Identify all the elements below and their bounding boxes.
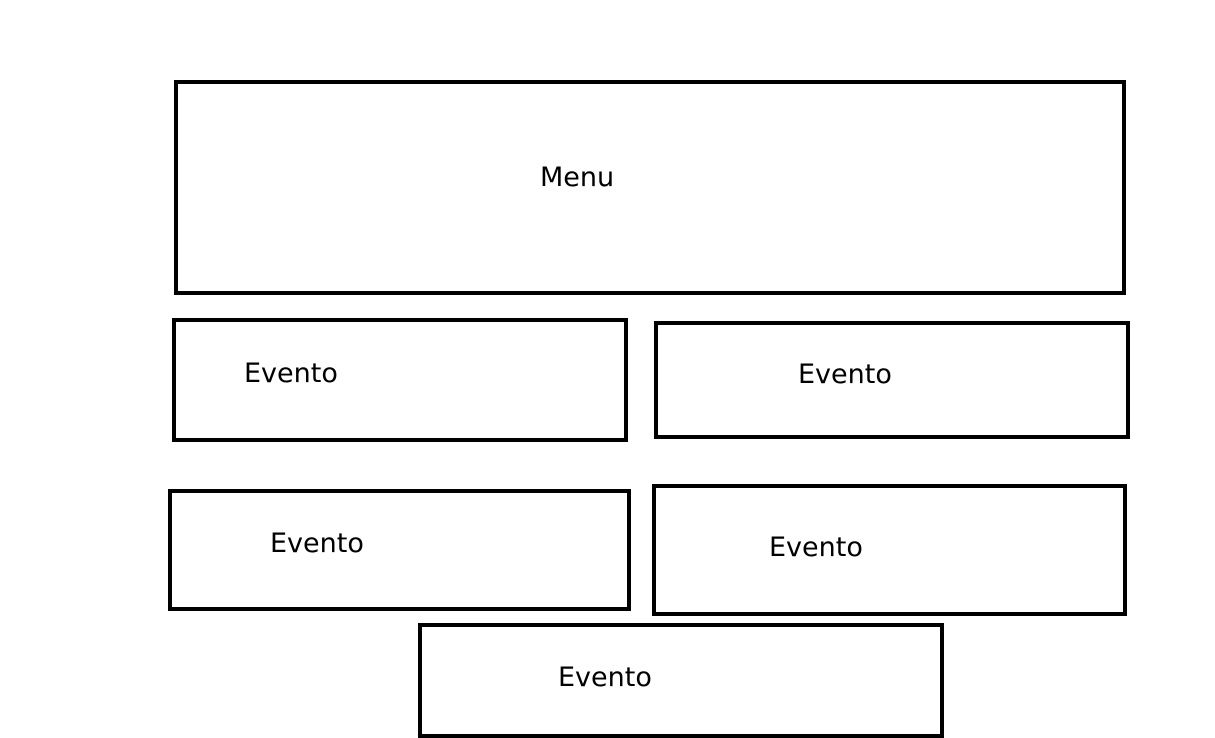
menu-box[interactable]: Menu	[174, 80, 1126, 295]
event-box-4[interactable]: Evento	[652, 484, 1127, 616]
event-box-5[interactable]: Evento	[418, 623, 944, 738]
event-box-1[interactable]: Evento	[172, 318, 628, 442]
event-label: Evento	[270, 528, 364, 559]
event-label: Evento	[798, 359, 892, 390]
event-box-3[interactable]: Evento	[168, 489, 631, 611]
event-box-2[interactable]: Evento	[654, 321, 1130, 439]
event-label: Evento	[244, 358, 338, 389]
event-label: Evento	[769, 532, 863, 563]
event-label: Evento	[558, 662, 652, 693]
menu-label: Menu	[540, 162, 615, 193]
